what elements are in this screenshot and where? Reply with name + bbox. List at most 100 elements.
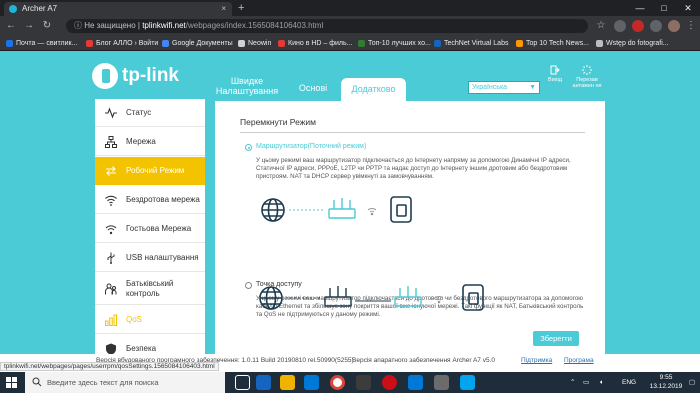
logo-text: tp-link (122, 65, 179, 86)
bookmark-item[interactable]: Топ-10 лучших хо... (358, 38, 431, 49)
security-status: Не защищено (84, 21, 136, 30)
pulse-icon (105, 107, 117, 119)
close-tab-icon[interactable]: × (221, 2, 226, 16)
network-tray-icon[interactable]: ▭ (583, 372, 589, 393)
bookmark-item[interactable]: Neowin (238, 38, 271, 49)
bookmark-item[interactable]: Wstęp do fotografi... (596, 38, 669, 49)
operation-mode-panel: Перемкнути Режим Маршрутизатор(Поточний … (215, 101, 605, 368)
hardware-version: Версія апаратного забезпечення Archer A7… (352, 357, 496, 364)
bookmark-favicon-icon (596, 40, 603, 47)
clock-date: 13.12.2019 (649, 382, 683, 390)
sidebar-item-qos[interactable]: QoS (95, 306, 205, 334)
sidebar-item-label: USB налаштування (126, 253, 199, 262)
star-icon[interactable]: ☆ (594, 19, 608, 33)
device-icon (390, 196, 412, 223)
wifi-icon (105, 195, 117, 206)
forward-icon[interactable]: → (22, 19, 36, 33)
extension-icon[interactable] (614, 20, 626, 32)
main-router-icon (324, 286, 352, 307)
opera-icon[interactable] (382, 375, 397, 390)
tab-basic[interactable]: Основі (290, 83, 336, 93)
profile-avatar[interactable] (668, 20, 680, 32)
reboot-icon (582, 65, 592, 75)
app-icon[interactable] (356, 375, 371, 390)
save-button[interactable]: Зберегти (533, 331, 579, 346)
browser-tab[interactable]: Archer A7 × (4, 2, 232, 16)
router-mode-radio[interactable] (245, 144, 252, 151)
bookmark-item[interactable]: Top 10 Tech News... (516, 38, 589, 49)
logout-icon (550, 65, 560, 75)
bookmark-item[interactable]: Блог АЛЛО › Войти (86, 38, 158, 49)
extension-red-icon[interactable] (632, 20, 644, 32)
file-explorer-icon[interactable] (280, 375, 295, 390)
clock[interactable]: 9:55 13.12.2019 (645, 374, 687, 391)
bookmark-favicon-icon (6, 40, 13, 47)
app-link[interactable]: Програма (564, 354, 594, 368)
search-placeholder: Введите здесь текст для поиска (47, 378, 159, 387)
input-language[interactable]: ENG (622, 372, 636, 393)
sidebar-item-label: Мережа (126, 137, 156, 146)
title-divider (240, 132, 585, 133)
bookmark-favicon-icon (238, 40, 245, 47)
chrome-icon[interactable] (330, 375, 345, 390)
sidebar-item-parental-controls[interactable]: Батьківський контроль (95, 273, 205, 305)
tab-quick-setup[interactable]: Швидке Налаштування (212, 76, 282, 96)
sidebar-item-status[interactable]: Статус (95, 99, 205, 127)
tab-advanced[interactable]: Додатково (341, 78, 406, 101)
bookmark-label: Блог АЛЛО › Войти (96, 40, 159, 47)
address-bar[interactable]: ⓘ Не защищено | tplinkwifi.net/webpages/… (66, 19, 588, 33)
app-icon[interactable] (434, 375, 449, 390)
browser-tab-bar: Archer A7 × + — □ ✕ (0, 0, 700, 16)
wireless-signal-icon (367, 208, 377, 216)
reload-icon[interactable]: ↻ (40, 19, 54, 33)
new-tab-button[interactable]: + (238, 2, 244, 14)
reboot-button[interactable]: Перезав антажен ня (570, 65, 604, 89)
bookmark-item[interactable]: TechNet Virtual Labs (434, 38, 508, 49)
logout-button[interactable]: Вихід (538, 65, 572, 83)
reboot-label: Перезав антажен ня (572, 77, 602, 89)
sidebar-item-label: Батьківський контроль (126, 279, 174, 298)
store-icon[interactable] (304, 375, 319, 390)
bookmark-item[interactable]: Кино в HD – филь... (278, 38, 352, 49)
bookmark-label: Neowin (248, 40, 272, 47)
minimize-button[interactable]: — (628, 0, 652, 16)
sidebar-item-operation-mode[interactable]: Робочий Режим (95, 157, 205, 185)
task-view-icon[interactable] (235, 375, 250, 390)
sidebar-item-guest-network[interactable]: Гостьова Мережа (95, 215, 205, 243)
taskbar-search-input[interactable]: Введите здесь текст для поиска (25, 372, 225, 393)
back-icon[interactable]: ← (4, 19, 18, 33)
tray-chevron-icon[interactable]: ⌃ (570, 372, 575, 393)
maximize-button[interactable]: □ (652, 0, 676, 16)
support-link[interactable]: Підтримка (521, 354, 552, 368)
language-select[interactable]: Українська ▼ (468, 81, 540, 94)
bookmark-item[interactable]: Почта — свитлик... (6, 38, 77, 49)
sidebar-item-usb[interactable]: USB налаштування (95, 244, 205, 272)
menu-icon[interactable]: ⋮ (684, 19, 698, 33)
app-icon[interactable] (460, 375, 475, 390)
extension-gray-icon[interactable] (650, 20, 662, 32)
bookmark-item[interactable]: Google Документы (162, 38, 233, 49)
notifications-icon[interactable]: ▢ (689, 372, 695, 393)
not-secure-icon: ⓘ (74, 21, 85, 30)
internet-globe-icon (259, 286, 283, 310)
edge-browser-icon[interactable] (256, 375, 271, 390)
bookmark-favicon-icon (434, 40, 441, 47)
status-bar-url: tplinkwifi.net/webpages/pages/userrpm/qo… (0, 362, 219, 371)
close-window-button[interactable]: ✕ (676, 0, 700, 16)
clock-time: 9:55 (659, 374, 673, 381)
bookmark-label: Кино в HD – филь... (288, 40, 353, 47)
taskbar: Введите здесь текст для поиска ⌃ ▭ 🔈︎ EN… (0, 372, 700, 393)
guest-network-icon (105, 225, 117, 235)
volume-icon[interactable]: 🔈︎ (600, 372, 604, 393)
bookmark-favicon-icon (278, 40, 285, 47)
mail-icon[interactable] (408, 375, 423, 390)
usb-icon (107, 252, 115, 264)
bookmark-label: Почта — свитлик... (16, 40, 78, 47)
windows-start-icon[interactable] (6, 377, 17, 388)
tp-link-logo-icon (92, 63, 118, 89)
sidebar-item-label: QoS (126, 315, 143, 324)
sidebar-item-network[interactable]: Мережа (95, 128, 205, 156)
sidebar-item-wireless[interactable]: Бездротова мережа (95, 186, 205, 214)
access-point-radio[interactable] (245, 282, 252, 289)
router-mode-label[interactable]: Маршрутизатор(Поточний режим) (256, 143, 366, 150)
